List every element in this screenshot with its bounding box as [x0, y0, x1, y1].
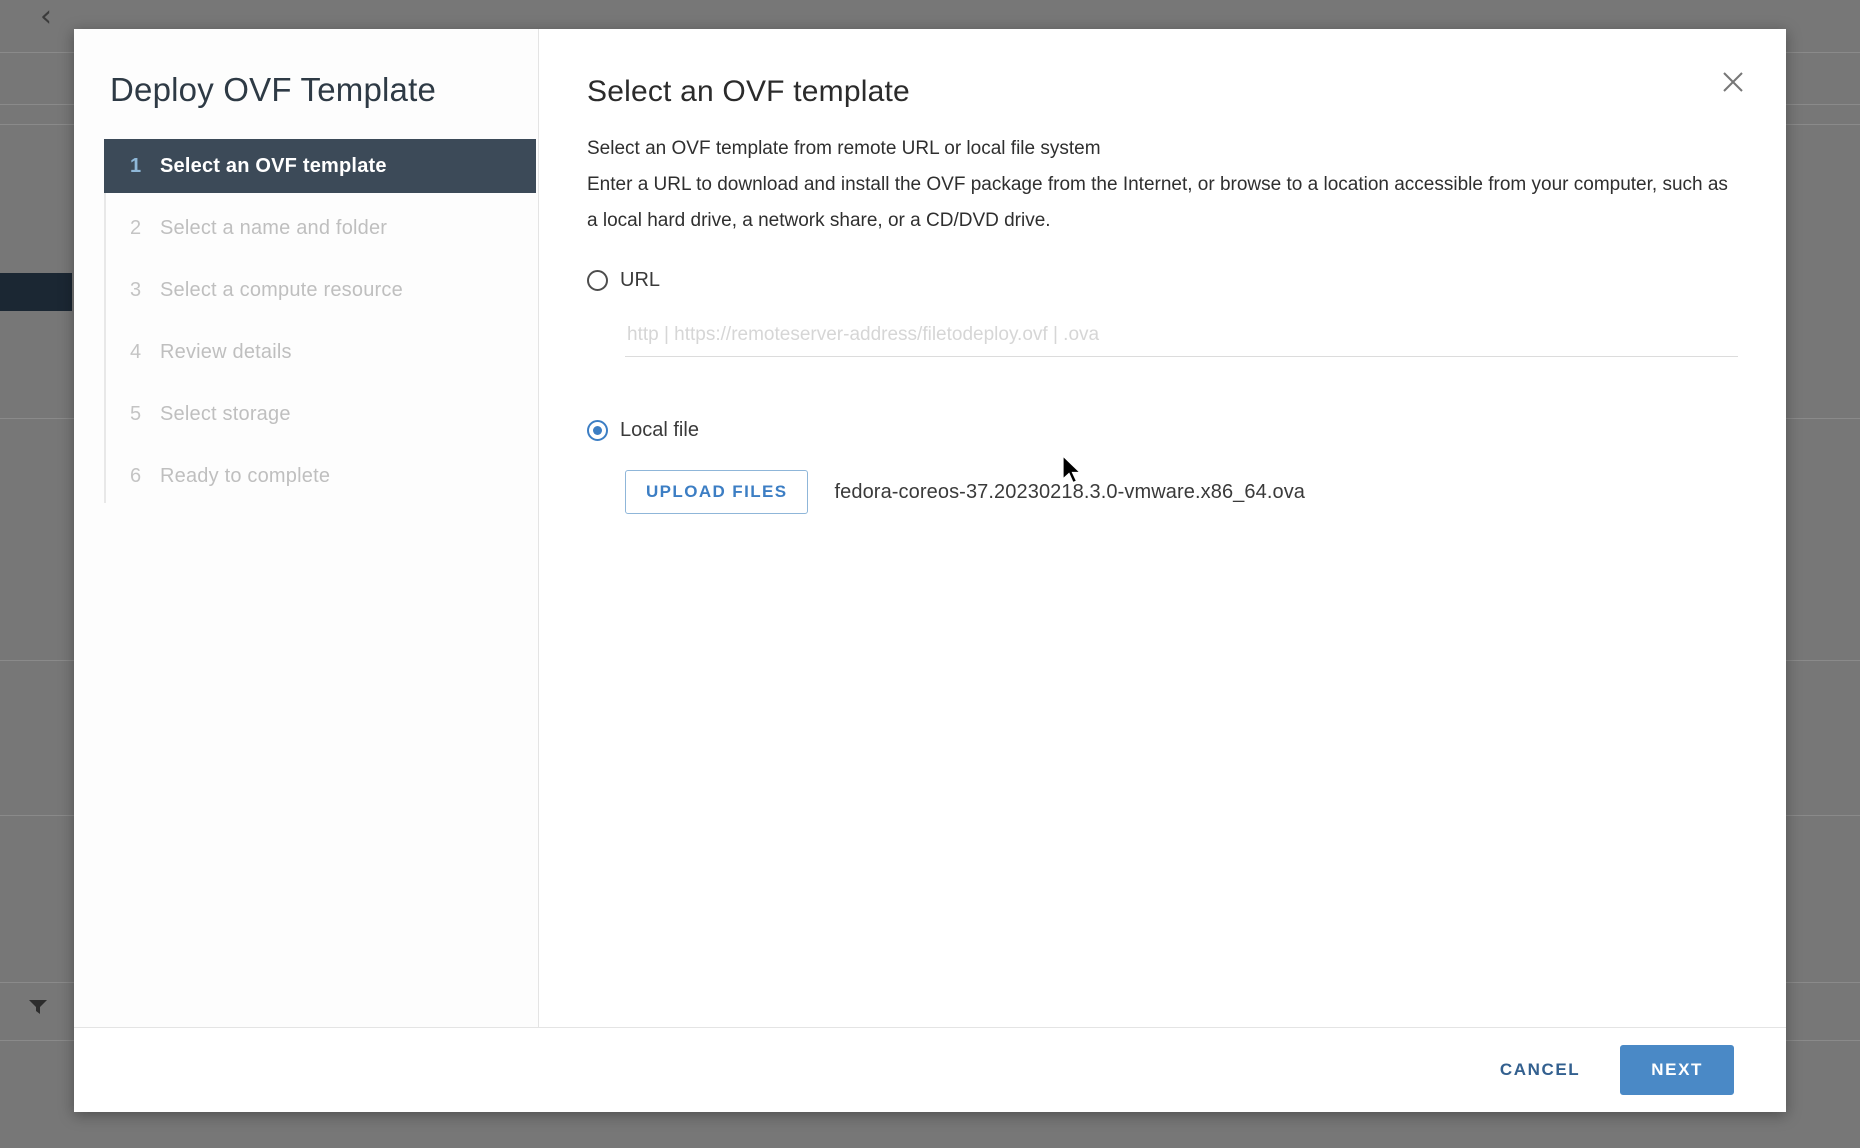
page-title: Select an OVF template: [587, 75, 910, 108]
radio-url-label[interactable]: URL: [620, 269, 660, 292]
step-number: 4: [130, 340, 142, 363]
wizard-step-list: 1 Select an OVF template 2 Select a name…: [104, 139, 538, 503]
url-input[interactable]: [625, 322, 1738, 357]
step-label: Review details: [160, 340, 292, 363]
step-number: 3: [130, 278, 142, 301]
step-label: Select a name and folder: [160, 216, 388, 239]
step-number: 1: [130, 154, 142, 177]
radio-local-file[interactable]: [587, 420, 608, 441]
close-icon[interactable]: [1716, 65, 1750, 99]
wizard-step-ready-to-complete[interactable]: 6 Ready to complete: [106, 449, 538, 503]
chevron-left-icon[interactable]: ‹: [40, 2, 52, 32]
description-line-2: Enter a URL to download and install the …: [587, 174, 1728, 231]
radio-local-file-label[interactable]: Local file: [620, 419, 699, 442]
source-option-url[interactable]: URL: [587, 269, 1736, 292]
background-selected-row: [0, 273, 72, 311]
upload-files-button[interactable]: UPLOAD FILES: [625, 470, 809, 514]
wizard-step-select-an-ovf-template[interactable]: 1 Select an OVF template: [104, 139, 536, 193]
cancel-button[interactable]: CANCEL: [1486, 1048, 1594, 1092]
step-label: Select an OVF template: [160, 154, 387, 177]
next-button[interactable]: NEXT: [1620, 1045, 1734, 1095]
step-label: Select storage: [160, 402, 291, 425]
step-label: Ready to complete: [160, 464, 331, 487]
step-number: 2: [130, 216, 142, 239]
radio-url[interactable]: [587, 270, 608, 291]
upload-row: UPLOAD FILES fedora-coreos-37.20230218.3…: [625, 470, 1736, 514]
filter-funnel-icon[interactable]: [28, 998, 48, 1016]
wizard-step-select-a-compute-resource[interactable]: 3 Select a compute resource: [106, 263, 538, 317]
dialog-title: Deploy OVF Template: [110, 71, 437, 108]
wizard-step-select-storage[interactable]: 5 Select storage: [106, 387, 538, 441]
deploy-ovf-template-dialog: Deploy OVF Template 1 Select an OVF temp…: [74, 29, 1786, 1112]
wizard-sidebar: Deploy OVF Template 1 Select an OVF temp…: [74, 29, 539, 1027]
wizard-step-select-a-name-and-folder[interactable]: 2 Select a name and folder: [106, 201, 538, 255]
source-option-local-file[interactable]: Local file: [587, 419, 1736, 442]
dialog-content-pane: Select an OVF template Select an OVF tem…: [539, 29, 1786, 1027]
description-line-1: Select an OVF template from remote URL o…: [587, 138, 1101, 159]
step-label: Select a compute resource: [160, 278, 403, 301]
wizard-step-review-details[interactable]: 4 Review details: [106, 325, 538, 379]
dialog-footer: CANCEL NEXT: [74, 1027, 1786, 1112]
step-number: 5: [130, 402, 142, 425]
dialog-body: Deploy OVF Template 1 Select an OVF temp…: [74, 29, 1786, 1027]
selected-file-name: fedora-coreos-37.20230218.3.0-vmware.x86…: [834, 480, 1306, 503]
url-input-container: [625, 322, 1738, 357]
step-number: 6: [130, 464, 142, 487]
